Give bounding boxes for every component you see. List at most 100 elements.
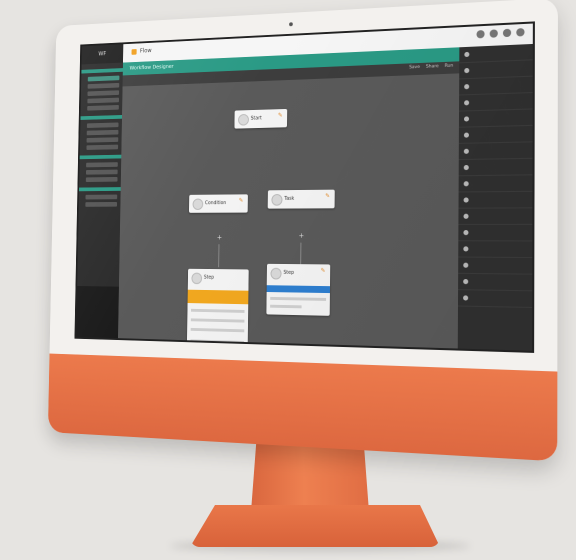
panel-row[interactable]: [458, 175, 533, 193]
row-icon: [463, 148, 469, 154]
user-icon[interactable]: [502, 28, 512, 38]
node-avatar-icon: [271, 194, 283, 206]
panel-row[interactable]: [458, 125, 533, 144]
connector: [300, 242, 302, 267]
sidebar-item[interactable]: [86, 129, 119, 136]
panel-row[interactable]: [458, 142, 533, 161]
monitor-chin: [47, 353, 558, 462]
toolbar-actions: Save Share Run: [409, 64, 453, 71]
row-icon: [463, 181, 469, 187]
sidebar-item[interactable]: [86, 122, 119, 128]
node-avatar-icon: [192, 198, 204, 210]
sidebar-item[interactable]: [85, 176, 118, 182]
node-avatar-icon: [191, 272, 203, 285]
badge-icon: [131, 48, 137, 55]
row-icon: [463, 213, 469, 219]
panel-row[interactable]: [457, 290, 533, 308]
status-band: [187, 289, 249, 305]
panel-row[interactable]: [458, 158, 533, 177]
row-icon: [463, 116, 470, 122]
sidebar-item[interactable]: [85, 169, 118, 175]
sidebar-item[interactable]: [86, 144, 119, 150]
row-icon: [463, 246, 469, 252]
add-step-icon[interactable]: +: [299, 232, 305, 240]
monitor-body: WF Flow Workflow Designer Save Share Run…: [47, 0, 558, 462]
node-condition[interactable]: Condition ✎: [188, 194, 248, 213]
topbar-icons: [476, 28, 525, 39]
edit-icon[interactable]: ✎: [278, 112, 284, 119]
sidebar-user-panel: [76, 285, 119, 339]
field-line: [190, 318, 245, 323]
camera-dot: [288, 22, 293, 27]
node-start[interactable]: Start ✎: [234, 108, 288, 129]
node-label: Task: [284, 195, 295, 202]
app-logo[interactable]: WF: [81, 44, 124, 65]
row-icon: [463, 197, 469, 203]
left-sidebar: [76, 62, 123, 339]
row-icon: [464, 84, 470, 90]
edit-icon[interactable]: ✎: [325, 193, 331, 200]
node-task[interactable]: Task ✎: [267, 189, 335, 209]
node-label: Step: [283, 269, 294, 276]
sidebar-item[interactable]: [86, 162, 118, 168]
sidebar-item[interactable]: [87, 90, 120, 97]
field-line: [270, 296, 327, 301]
panel-row[interactable]: [458, 208, 533, 225]
notification-icon[interactable]: [476, 30, 485, 39]
node-label: Start: [250, 115, 262, 122]
sidebar-section-header[interactable]: [79, 187, 121, 192]
sidebar-item[interactable]: [87, 75, 120, 82]
settings-icon[interactable]: [489, 29, 498, 38]
field-line: [190, 308, 245, 313]
connector: [218, 244, 220, 268]
field-line: [190, 327, 245, 333]
panel-row[interactable]: [458, 109, 533, 128]
monitor: WF Flow Workflow Designer Save Share Run…: [47, 0, 558, 462]
monitor-stand-base: [190, 505, 440, 547]
sidebar-item[interactable]: [85, 201, 118, 207]
sidebar-section-header[interactable]: [79, 154, 122, 160]
sidebar-item[interactable]: [85, 194, 118, 200]
run-button[interactable]: Run: [445, 64, 454, 69]
panel-row[interactable]: [458, 241, 533, 259]
row-icon: [464, 51, 470, 58]
panel-row[interactable]: [458, 224, 533, 242]
sidebar-item[interactable]: [87, 97, 119, 104]
edit-icon[interactable]: ✎: [321, 267, 327, 274]
right-panel: [457, 43, 533, 351]
row-icon: [463, 230, 469, 236]
field-line: [190, 339, 245, 344]
save-button[interactable]: Save: [409, 65, 420, 70]
sidebar-section-header[interactable]: [80, 115, 123, 120]
sidebar-item[interactable]: [87, 104, 119, 111]
panel-row[interactable]: [458, 191, 533, 209]
node-label: Condition: [204, 200, 227, 207]
panel-row[interactable]: [458, 273, 533, 292]
row-icon: [463, 295, 469, 301]
row-icon: [463, 132, 469, 138]
panel-row[interactable]: [458, 257, 533, 275]
row-icon: [463, 262, 469, 268]
sidebar-item[interactable]: [87, 82, 120, 89]
row-icon: [464, 67, 470, 74]
node-avatar-icon: [270, 267, 282, 280]
menu-icon[interactable]: [516, 28, 525, 37]
workflow-canvas[interactable]: Start ✎ Condition ✎ Task ✎ + + Step Step…: [117, 73, 460, 353]
row-icon: [463, 279, 469, 285]
edit-icon[interactable]: ✎: [239, 197, 244, 204]
sidebar-section-header[interactable]: [81, 68, 123, 74]
row-icon: [463, 164, 469, 171]
status-band: [266, 285, 330, 294]
node-label: Step: [203, 274, 214, 281]
app-badge: Flow: [131, 47, 152, 55]
node-card-a[interactable]: Step: [186, 268, 249, 353]
scene: WF Flow Workflow Designer Save Share Run…: [0, 0, 576, 560]
node-card-b[interactable]: Step ✎: [266, 263, 331, 316]
node-avatar-icon: [238, 113, 249, 126]
add-step-icon[interactable]: +: [217, 234, 222, 242]
field-line: [270, 304, 302, 309]
screen: WF Flow Workflow Designer Save Share Run…: [74, 21, 535, 353]
share-button[interactable]: Share: [426, 64, 439, 70]
row-icon: [464, 100, 470, 106]
sidebar-item[interactable]: [86, 137, 119, 143]
